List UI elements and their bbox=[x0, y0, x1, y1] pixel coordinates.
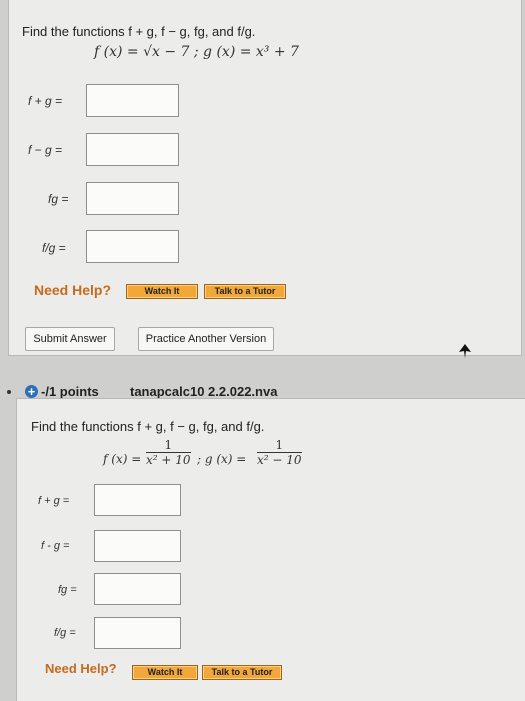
answer-input-f-over-g-2[interactable] bbox=[94, 617, 181, 649]
question-2-g-lhs: ; g (x) = bbox=[197, 452, 247, 466]
label-f-over-g: f/g = bbox=[42, 241, 66, 255]
label-f-minus-g-2: f - g = bbox=[41, 540, 70, 552]
answer-input-f-over-g[interactable] bbox=[86, 230, 179, 263]
question-1-formula: f (x) = √x − 7 ; g (x) = x³ + 7 bbox=[94, 44, 299, 60]
talk-to-tutor-button[interactable]: Talk to a Tutor bbox=[204, 284, 286, 299]
mouse-cursor-icon bbox=[459, 344, 471, 358]
answer-input-f-plus-g-2[interactable] bbox=[94, 484, 181, 516]
question-2-prompt: Find the functions f + g, f − g, fg, and… bbox=[31, 419, 265, 434]
question-1-prompt: Find the functions f + g, f − g, fg, and… bbox=[22, 24, 256, 39]
g-numerator: 1 bbox=[257, 438, 302, 453]
watch-it-button-2[interactable]: Watch It bbox=[132, 665, 198, 680]
g-denominator: x² − 10 bbox=[257, 453, 302, 467]
bullet-dot-icon bbox=[7, 390, 11, 394]
label-f-plus-g-2: f + g = bbox=[38, 495, 70, 507]
expand-plus-icon[interactable]: + bbox=[25, 385, 38, 398]
label-fg-2: fg = bbox=[58, 584, 77, 596]
practice-another-version-button[interactable]: Practice Another Version bbox=[138, 327, 274, 351]
question-2-code: tanapcalc10 2.2.022.nva bbox=[130, 384, 278, 399]
label-f-minus-g: f − g = bbox=[28, 143, 63, 157]
label-f-plus-g: f + g = bbox=[28, 94, 63, 108]
question-2-f-lhs: f (x) = bbox=[103, 452, 142, 466]
answer-input-f-minus-g[interactable] bbox=[86, 133, 179, 166]
answer-input-fg[interactable] bbox=[86, 182, 179, 215]
watch-it-button[interactable]: Watch It bbox=[126, 284, 198, 299]
label-fg: fg = bbox=[48, 192, 69, 206]
answer-input-fg-2[interactable] bbox=[94, 573, 181, 605]
f-denominator: x² + 10 bbox=[146, 453, 191, 467]
question-2-g-fraction: 1 x² − 10 bbox=[257, 438, 302, 468]
label-f-over-g-2: f/g = bbox=[54, 627, 76, 639]
submit-answer-button[interactable]: Submit Answer bbox=[25, 327, 115, 351]
need-help-label: Need Help? bbox=[34, 282, 112, 298]
talk-to-tutor-button-2[interactable]: Talk to a Tutor bbox=[202, 665, 282, 680]
answer-input-f-minus-g-2[interactable] bbox=[94, 530, 181, 562]
need-help-label-2: Need Help? bbox=[45, 661, 117, 676]
question-2-f-fraction: 1 x² + 10 bbox=[146, 438, 191, 468]
answer-input-f-plus-g[interactable] bbox=[86, 84, 179, 117]
question-2-points: -/1 points bbox=[41, 384, 99, 399]
f-numerator: 1 bbox=[146, 438, 191, 453]
